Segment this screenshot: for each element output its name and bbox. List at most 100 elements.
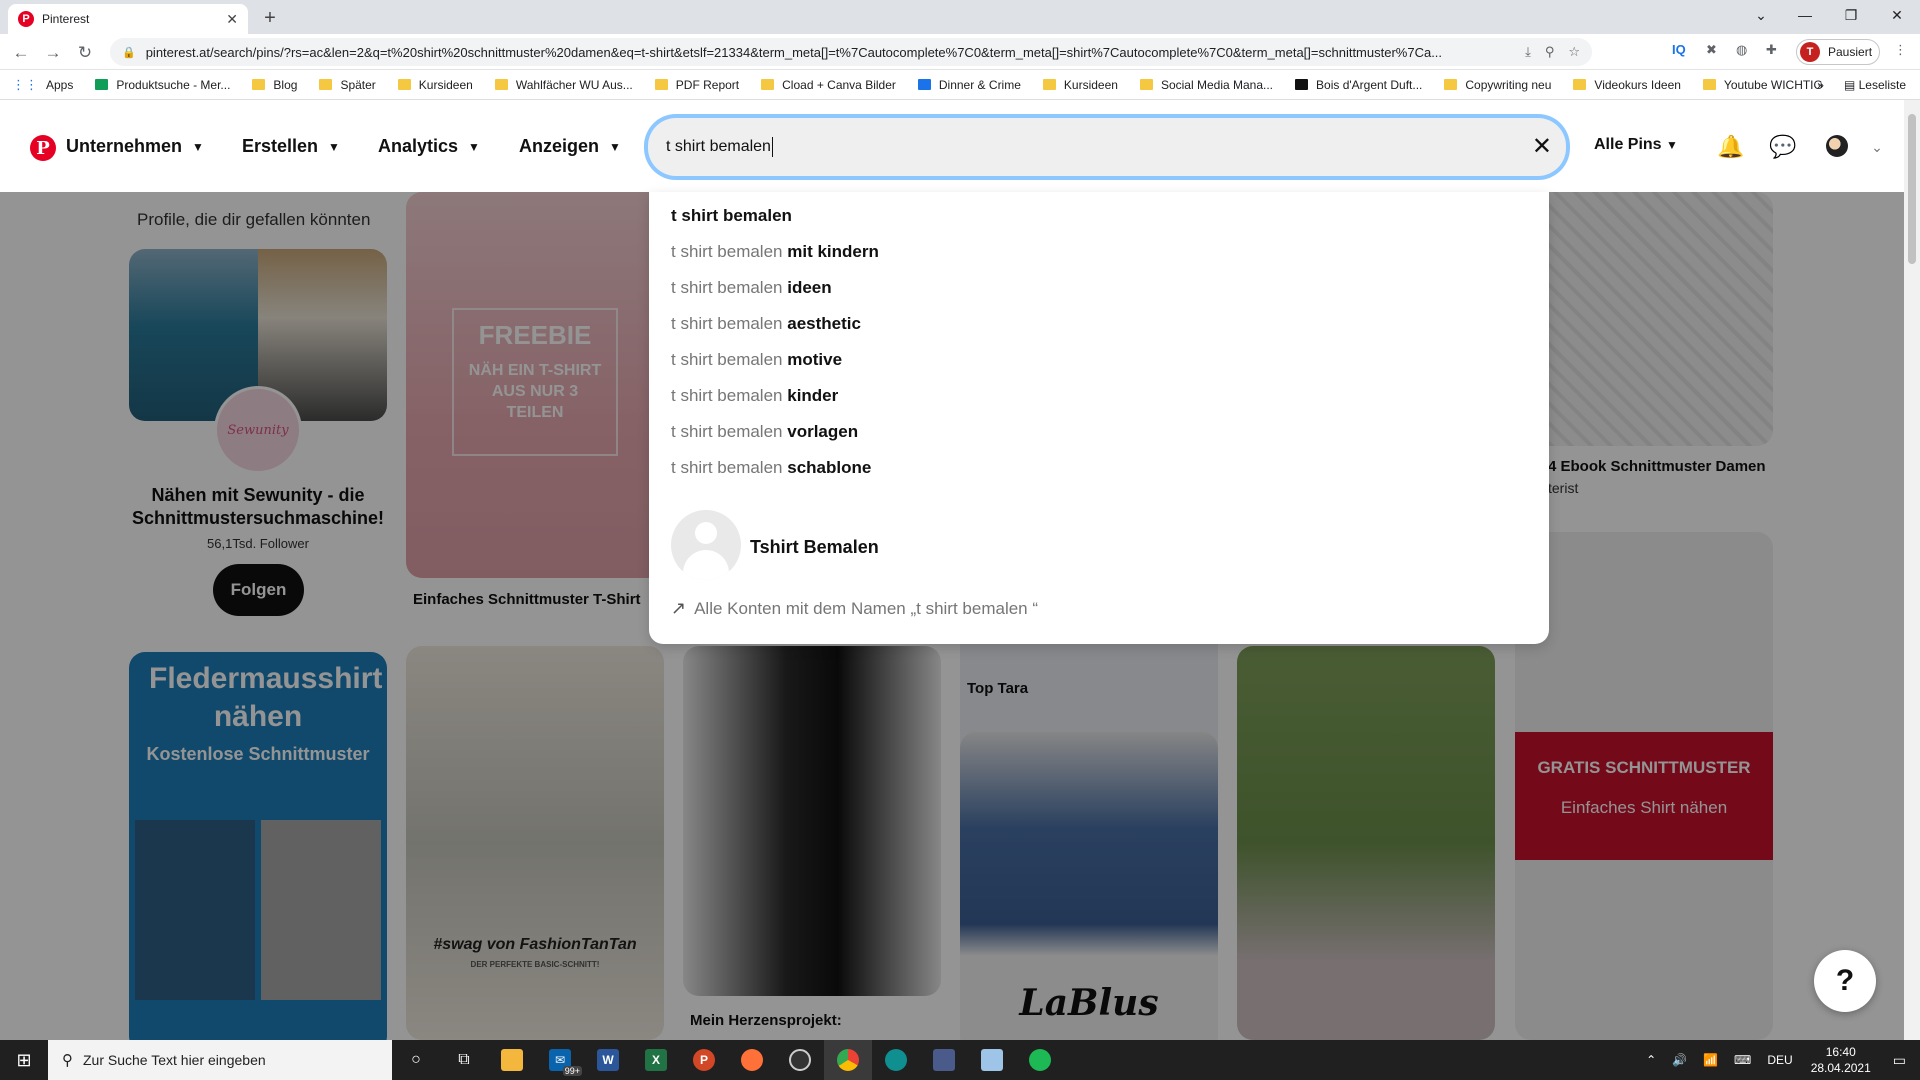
scrollbar-thumb[interactable] xyxy=(1908,114,1916,264)
language-indicator[interactable]: DEU xyxy=(1767,1053,1792,1067)
bookmark-folder[interactable]: PDF Report xyxy=(654,78,739,92)
address-bar[interactable]: 🔒 pinterest.at/search/pins/?rs=ac&len=2&… xyxy=(110,38,1592,66)
extension-icon[interactable]: ✖ xyxy=(1706,42,1717,58)
suggestion-item[interactable]: t shirt bemalen mit kindern xyxy=(671,242,879,262)
tab-search-icon[interactable]: ⌄ xyxy=(1738,0,1784,30)
folder-icon xyxy=(397,79,411,90)
nav-analytics[interactable]: Analytics ▼ xyxy=(378,136,480,157)
nav-erstellen[interactable]: Erstellen ▼ xyxy=(242,136,340,157)
chevron-down-icon: ▼ xyxy=(468,139,480,154)
bookmarks-bar: ⋮⋮ Apps Produktsuche - Mer... Blog Später… xyxy=(0,70,1920,100)
system-tray: ⌃ 🔊 📶 ⌨ DEU 16:40 28.04.2021 ▭ xyxy=(1638,1040,1920,1080)
dinner-crime-icon xyxy=(917,79,931,90)
nav-anzeigen[interactable]: Anzeigen ▼ xyxy=(519,136,621,157)
tab-close-icon[interactable]: ✕ xyxy=(226,11,238,28)
browser-menu-icon[interactable]: ⋮ xyxy=(1894,42,1907,58)
browser-tab-bar: P Pinterest ✕ + ⌄ — ❐ ✕ xyxy=(0,0,1920,34)
filter-all-pins-dropdown[interactable]: Alle Pins ▼ xyxy=(1594,136,1678,154)
folder-icon xyxy=(319,79,333,90)
bookmark-folder[interactable]: Kursideen xyxy=(1042,78,1118,92)
windows-start-icon[interactable]: ⊞ xyxy=(0,1040,48,1080)
pinterest-logo-icon[interactable]: P xyxy=(30,135,56,161)
suggestion-item[interactable]: t shirt bemalen ideen xyxy=(671,278,832,298)
reload-button[interactable]: ↻ xyxy=(72,40,98,66)
taskbar-clock[interactable]: 16:40 28.04.2021 xyxy=(1811,1044,1871,1076)
all-accounts-link[interactable]: ↗ Alle Konten mit dem Namen „t shirt bema… xyxy=(671,598,1038,619)
suggestion-item[interactable]: t shirt bemalen aesthetic xyxy=(671,314,861,334)
profile-avatar: T xyxy=(1800,42,1820,62)
app-icon[interactable] xyxy=(920,1040,968,1080)
install-app-icon[interactable]: ⤓ xyxy=(1525,44,1531,60)
minimize-button[interactable]: — xyxy=(1782,0,1828,30)
profile-paused-button[interactable]: T Pausiert xyxy=(1796,39,1880,65)
tab-title: Pinterest xyxy=(42,12,90,26)
bookmark-bois-dargent[interactable]: Bois d'Argent Duft... xyxy=(1295,78,1422,92)
account-chevron-down-icon[interactable]: ⌄ xyxy=(1860,130,1894,164)
bookmark-folder[interactable]: Social Media Mana... xyxy=(1139,78,1273,92)
nav-unternehmen[interactable]: Unternehmen ▼ xyxy=(66,136,204,157)
suggestion-item[interactable]: t shirt bemalen kinder xyxy=(671,386,838,406)
user-avatar[interactable] xyxy=(1826,135,1848,157)
notifications-center-icon[interactable]: ▭ xyxy=(1893,1052,1906,1069)
volume-icon[interactable]: 🔊 xyxy=(1672,1053,1687,1067)
account-avatar-icon[interactable] xyxy=(671,510,741,580)
restore-button[interactable]: ❐ xyxy=(1828,0,1874,30)
suggestion-item[interactable]: t shirt bemalen xyxy=(671,206,792,226)
profile-paused-label: Pausiert xyxy=(1828,45,1873,59)
network-icon[interactable]: 📶 xyxy=(1703,1053,1718,1067)
extension-circle-icon[interactable]: ◍ xyxy=(1736,42,1747,58)
notepad-icon[interactable] xyxy=(968,1040,1016,1080)
mail-icon[interactable]: ✉ 99+ xyxy=(536,1040,584,1080)
bookmarks-more-button[interactable]: » xyxy=(1817,78,1824,92)
bookmark-dinner-crime[interactable]: Dinner & Crime xyxy=(917,78,1021,92)
close-window-button[interactable]: ✕ xyxy=(1874,0,1920,30)
help-button[interactable]: ? xyxy=(1814,950,1876,1012)
bookmark-folder[interactable]: Youtube WICHTIG xyxy=(1702,78,1823,92)
task-view-icon[interactable]: ⧉ xyxy=(440,1040,488,1080)
edge-icon[interactable] xyxy=(872,1040,920,1080)
suggestion-item[interactable]: t shirt bemalen motive xyxy=(671,350,842,370)
messages-icon[interactable]: 💬 xyxy=(1766,130,1800,164)
bookmark-folder[interactable]: Wahlfächer WU Aus... xyxy=(494,78,633,92)
taskbar-search-input[interactable]: ⚲ Zur Suche Text hier eingeben xyxy=(48,1040,392,1080)
firefox-icon[interactable] xyxy=(728,1040,776,1080)
puzzle-extensions-icon[interactable]: ✚ xyxy=(1766,42,1777,58)
notifications-bell-icon[interactable]: 🔔 xyxy=(1714,130,1748,164)
excel-icon[interactable]: X xyxy=(632,1040,680,1080)
forward-button[interactable]: → xyxy=(40,40,66,66)
search-input[interactable]: t shirt bemalen ✕ xyxy=(648,118,1566,176)
powerpoint-icon[interactable]: P xyxy=(680,1040,728,1080)
cortana-icon[interactable]: ○ xyxy=(392,1040,440,1080)
word-icon[interactable]: W xyxy=(584,1040,632,1080)
back-button[interactable]: ← xyxy=(8,40,34,66)
bookmark-produktsuche[interactable]: Produktsuche - Mer... xyxy=(95,78,230,92)
keyboard-icon[interactable]: ⌨ xyxy=(1734,1053,1751,1067)
bookmark-apps[interactable]: ⋮⋮ Apps xyxy=(12,77,73,93)
bookmark-folder[interactable]: Cload + Canva Bilder xyxy=(761,78,896,92)
bookmark-folder[interactable]: Später xyxy=(319,78,376,92)
reading-list-button[interactable]: ▤ Leseliste xyxy=(1844,78,1906,92)
zoom-icon[interactable]: ⚲ xyxy=(1545,44,1555,60)
new-tab-button[interactable]: + xyxy=(258,6,282,30)
reading-list-icon: ▤ xyxy=(1843,78,1859,92)
bookmark-folder[interactable]: Videokurs Ideen xyxy=(1573,78,1681,92)
bookmark-folder[interactable]: Blog xyxy=(252,78,297,92)
bookmark-folder[interactable]: Copywriting neu xyxy=(1444,78,1551,92)
mail-badge: 99+ xyxy=(562,1066,582,1076)
spotify-icon[interactable] xyxy=(1016,1040,1064,1080)
file-explorer-icon[interactable] xyxy=(488,1040,536,1080)
bookmark-star-icon[interactable]: ☆ xyxy=(1568,44,1580,60)
bookmark-folder[interactable]: Kursideen xyxy=(397,78,473,92)
browser-tab-pinterest[interactable]: P Pinterest ✕ xyxy=(8,4,248,34)
chrome-icon[interactable] xyxy=(824,1040,872,1080)
iq-extension-icon[interactable]: IQ xyxy=(1672,42,1686,57)
account-suggestion-name[interactable]: Tshirt Bemalen xyxy=(750,537,879,558)
lock-icon: 🔒 xyxy=(122,46,136,59)
obs-icon[interactable] xyxy=(776,1040,824,1080)
tray-chevron-up-icon[interactable]: ⌃ xyxy=(1646,1053,1656,1067)
suggestion-item[interactable]: t shirt bemalen schablone xyxy=(671,458,871,478)
suggestion-item[interactable]: t shirt bemalen vorlagen xyxy=(671,422,858,442)
search-icon: ⚲ xyxy=(62,1052,73,1069)
clear-search-icon[interactable]: ✕ xyxy=(1532,132,1552,161)
page-scrollbar[interactable] xyxy=(1904,100,1920,1040)
